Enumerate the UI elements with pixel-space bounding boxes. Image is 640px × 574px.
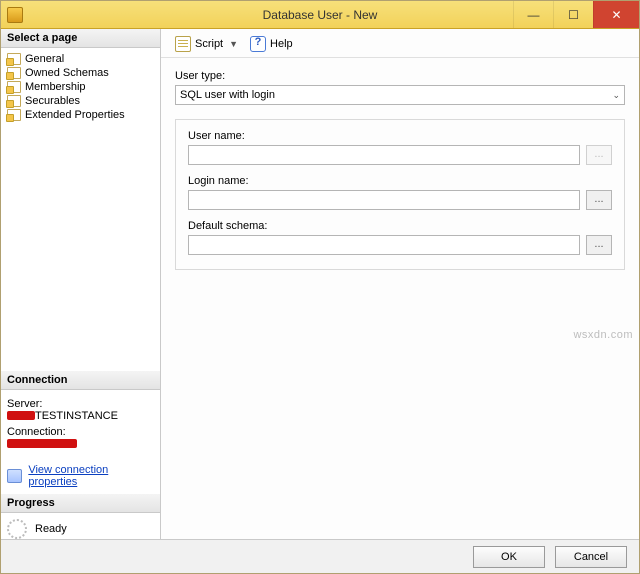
progress-header: Progress	[1, 494, 160, 513]
app-icon	[7, 7, 23, 23]
sidebar-item-membership[interactable]: Membership	[1, 80, 160, 94]
dialog-footer: OK Cancel	[1, 539, 639, 573]
select-page-header: Select a page	[1, 29, 160, 48]
user-name-label: User name:	[188, 130, 612, 142]
close-button[interactable]: ✕	[593, 1, 639, 28]
progress-status: Ready	[35, 523, 67, 535]
user-type-label: User type:	[175, 70, 625, 82]
redacted-text	[7, 411, 35, 420]
sidebar-item-label: Securables	[25, 95, 80, 107]
connection-block: Server: TESTINSTANCE Connection:	[1, 390, 160, 458]
user-name-input[interactable]	[188, 145, 580, 165]
fields-group: User name: ... Login name: ... Default s…	[175, 119, 625, 270]
page-icon	[7, 95, 21, 107]
connection-label: Connection:	[7, 426, 154, 438]
toolbar: Script ▼ Help	[161, 29, 639, 58]
script-button[interactable]: Script ▼	[171, 35, 242, 53]
user-type-select[interactable]: SQL user with login ⌄	[175, 85, 625, 105]
progress-block: Ready	[1, 513, 160, 539]
page-icon	[7, 109, 21, 121]
help-button[interactable]: Help	[246, 35, 297, 53]
login-name-browse-button[interactable]: ...	[586, 190, 612, 210]
sidebar-item-label: Membership	[25, 81, 86, 93]
redacted-text	[7, 439, 77, 448]
progress-spinner-icon	[7, 519, 27, 539]
help-label: Help	[270, 38, 293, 50]
page-icon	[7, 53, 21, 65]
script-label: Script	[195, 38, 223, 50]
server-value: TESTINSTANCE	[7, 410, 154, 422]
default-schema-input[interactable]	[188, 235, 580, 255]
view-connection-properties[interactable]: View connection properties	[1, 458, 160, 494]
chevron-down-icon: ▼	[229, 39, 238, 49]
page-nav: General Owned Schemas Membership Securab…	[1, 48, 160, 126]
view-connection-properties-link[interactable]: View connection properties	[28, 464, 154, 488]
connection-header: Connection	[1, 371, 160, 390]
window-buttons: — ☐ ✕	[513, 1, 639, 28]
page-icon	[7, 81, 21, 93]
server-label: Server:	[7, 398, 154, 410]
minimize-button[interactable]: —	[513, 1, 553, 28]
sidebar-item-owned-schemas[interactable]: Owned Schemas	[1, 66, 160, 80]
main-panel: Script ▼ Help User type: SQL user with l…	[161, 29, 639, 539]
sidebar-item-label: Extended Properties	[25, 109, 125, 121]
default-schema-browse-button[interactable]: ...	[586, 235, 612, 255]
sidebar-item-securables[interactable]: Securables	[1, 94, 160, 108]
maximize-button[interactable]: ☐	[553, 1, 593, 28]
page-icon	[7, 67, 21, 79]
script-icon	[175, 36, 191, 52]
sidebar-item-general[interactable]: General	[1, 52, 160, 66]
user-name-browse-button: ...	[586, 145, 612, 165]
login-name-label: Login name:	[188, 175, 612, 187]
sidebar-item-label: Owned Schemas	[25, 67, 109, 79]
help-icon	[250, 36, 266, 52]
properties-icon	[7, 469, 22, 483]
title-bar: Database User - New — ☐ ✕	[1, 1, 639, 29]
chevron-down-icon: ⌄	[612, 90, 620, 101]
sidebar-item-label: General	[25, 53, 64, 65]
ok-button[interactable]: OK	[473, 546, 545, 568]
default-schema-label: Default schema:	[188, 220, 612, 232]
watermark: wsxdn.com	[573, 329, 633, 341]
cancel-button[interactable]: Cancel	[555, 546, 627, 568]
sidebar-item-extended-properties[interactable]: Extended Properties	[1, 108, 160, 122]
user-type-value: SQL user with login	[180, 89, 275, 101]
form: User type: SQL user with login ⌄ User na…	[161, 58, 639, 282]
connection-value	[7, 438, 154, 450]
sidebar: Select a page General Owned Schemas Memb…	[1, 29, 161, 539]
login-name-input[interactable]	[188, 190, 580, 210]
